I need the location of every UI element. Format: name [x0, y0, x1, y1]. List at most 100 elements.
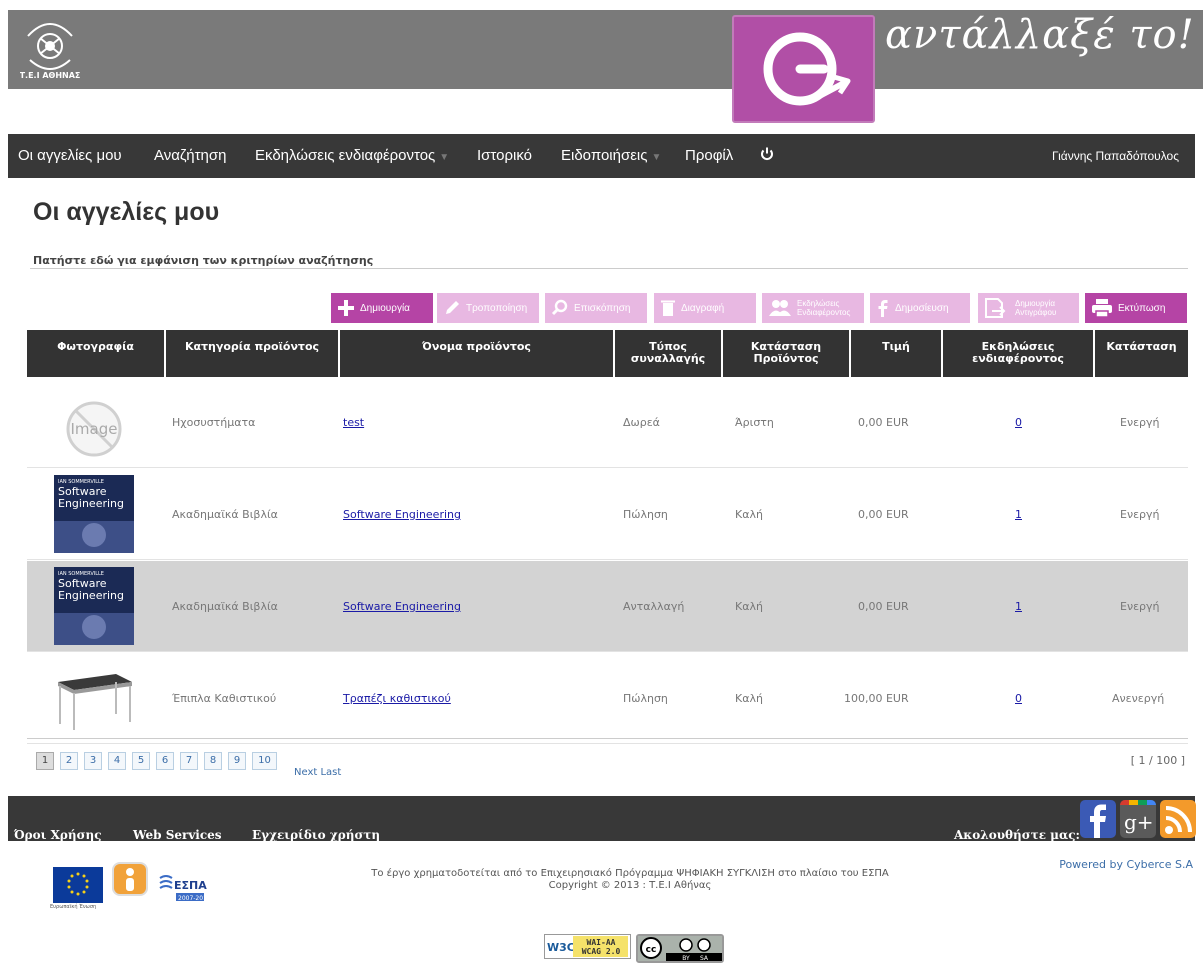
nav-item-my-ads[interactable]: Οι αγγελίες μου — [18, 134, 122, 178]
edit-button[interactable]: Τροποποίηση — [437, 293, 539, 323]
book-title-line-2: Engineering — [58, 589, 124, 602]
publish-button[interactable]: Δημοσίευση — [870, 293, 970, 323]
edit-button-label: Τροποποίηση — [466, 302, 528, 314]
info-person-icon — [126, 868, 134, 891]
column-header-product-name[interactable]: Όνομα προϊόντος — [340, 330, 615, 377]
wcag-badge[interactable]: W3C WAI-AA WCAG 2.0 — [544, 934, 631, 959]
last-page-link[interactable]: Last — [320, 767, 341, 778]
page-button[interactable]: 2 — [60, 752, 78, 770]
transaction-type-cell: Ανταλλαγή — [623, 600, 685, 613]
w3c-text: W3C — [547, 941, 575, 954]
preview-button[interactable]: Επισκόπηση — [545, 293, 647, 323]
column-header-status[interactable]: Κατάσταση — [1095, 330, 1188, 377]
page-button[interactable]: 5 — [132, 752, 150, 770]
magnifier-icon — [551, 299, 568, 316]
table-row[interactable]: Image Ηχοσυστήματα test Δωρεά Άριστη 0,0… — [27, 377, 1188, 468]
product-name-link[interactable]: test — [343, 416, 364, 429]
price-cell: 100,00 EUR — [844, 692, 909, 705]
column-header-condition[interactable]: Κατάσταση Προϊόντος — [723, 330, 851, 377]
nav-item-expressions-of-interest[interactable]: Εκδηλώσεις ενδιαφέροντος ▼ — [255, 134, 449, 178]
page-button[interactable]: 9 — [228, 752, 246, 770]
current-user-link[interactable]: Γιάννης Παπαδόπουλος — [1052, 134, 1179, 178]
nav-item-label: Αναζήτηση — [154, 147, 227, 164]
page-button[interactable]: 1 — [36, 752, 54, 770]
page-button[interactable]: 7 — [180, 752, 198, 770]
table-row[interactable]: IAN SOMMERVILLE Software Engineering Ακα… — [27, 561, 1188, 652]
nav-item-history[interactable]: Ιστορικό — [477, 134, 532, 178]
terms-of-use-link[interactable]: Όροι Χρήσης — [14, 828, 102, 842]
product-name-link[interactable]: Software Engineering — [343, 600, 461, 613]
tei-logo[interactable]: Τ.Ε.Ι ΑΘΗΝΑΣ — [20, 16, 80, 82]
create-button[interactable]: Δημιουργία — [331, 293, 433, 323]
interests-count-link[interactable]: 0 — [1015, 692, 1022, 705]
cc-by-text: BY — [682, 955, 690, 961]
web-services-link[interactable]: Web Services — [133, 828, 222, 842]
printer-icon — [1092, 299, 1112, 318]
publish-button-label: Δημοσίευση — [895, 302, 949, 314]
nav-item-label: Εκδηλώσεις ενδιαφέροντος — [255, 147, 436, 164]
create-copy-button[interactable]: Δημιουργία Αντιγράφου — [978, 293, 1079, 323]
category-cell: Ηχοσυστήματα — [172, 416, 256, 429]
cc-by-sa-badge-graphic: cc BY SA — [638, 936, 722, 962]
column-header-category[interactable]: Κατηγορία προϊόντος — [166, 330, 340, 377]
wcag-level: WAI-AA — [587, 938, 616, 947]
main-navigation: Οι αγγελίες μου Αναζήτηση Εκδηλώσεις ενδ… — [8, 134, 1195, 178]
copyright-text: Copyright © 2013 : Τ.Ε.Ι Αθήνας — [548, 880, 712, 891]
brand-logo[interactable] — [732, 15, 875, 123]
interests-count-link[interactable]: 0 — [1015, 416, 1022, 429]
book-cover-image: IAN SOMMERVILLE Software Engineering — [54, 475, 134, 553]
image-placeholder: Image — [66, 401, 122, 457]
column-header-price[interactable]: Τιμή — [851, 330, 943, 377]
interests-count-link[interactable]: 1 — [1015, 508, 1022, 521]
column-header-transaction-type[interactable]: Τύπος συναλλαγής — [615, 330, 723, 377]
google-plus-icon[interactable]: g+ — [1120, 800, 1156, 838]
expressions-of-interest-button[interactable]: Εκδηλώσεις Ενδιαφέροντος — [762, 293, 864, 323]
google-plus-glyph: g+ — [1124, 810, 1154, 834]
eu-stars-icon — [67, 872, 89, 896]
status-cell: Ενεργή — [1120, 416, 1160, 429]
w3c-wcag-badge-graphic: W3C WAI-AA WCAG 2.0 — [545, 935, 628, 958]
page-button[interactable]: 8 — [204, 752, 222, 770]
table-row[interactable]: Έπιπλα Καθιστικού Τραπέζι καθιστικού Πώλ… — [27, 653, 1188, 744]
category-cell: Ακαδημαϊκά Βιβλία — [172, 508, 278, 521]
page-button[interactable]: 10 — [252, 752, 277, 770]
show-search-criteria-link[interactable]: Πατήστε εδώ για εμφάνιση των κριτηρίων α… — [33, 254, 373, 267]
page-title: Οι αγγελίες μου — [33, 198, 220, 226]
nav-item-notifications[interactable]: Ειδοποιήσεις ▼ — [561, 134, 661, 178]
page-button[interactable]: 3 — [84, 752, 102, 770]
powered-by-link[interactable]: Powered by Cyberce S.A — [1059, 858, 1193, 871]
product-name-link[interactable]: Τραπέζι καθιστικού — [343, 692, 451, 705]
page-button[interactable]: 6 — [156, 752, 174, 770]
logout-button[interactable] — [759, 132, 775, 176]
creative-commons-badge[interactable]: cc BY SA — [636, 934, 724, 963]
tei-logo-text: Τ.Ε.Ι ΑΘΗΝΑΣ — [20, 71, 80, 80]
trash-icon — [661, 300, 675, 316]
condition-cell: Άριστη — [735, 416, 774, 429]
status-cell: Ενεργή — [1120, 600, 1160, 613]
column-header-photo[interactable]: Φωτογραφία — [27, 330, 166, 377]
table-header: Φωτογραφία Κατηγορία προϊόντος Όνομα προ… — [27, 330, 1188, 377]
eu-logo-caption: Ευρωπαϊκή Ένωση — [50, 904, 97, 910]
status-cell: Ανενεργή — [1112, 692, 1165, 705]
user-manual-link[interactable]: Εγχειρίδιο χρήστη — [252, 828, 380, 842]
chevron-down-icon: ▼ — [651, 152, 662, 163]
nav-item-profile[interactable]: Προφίλ — [685, 134, 733, 178]
column-header-interests[interactable]: Εκδηλώσεις ενδιαφέροντος — [943, 330, 1095, 377]
condition-cell: Καλή — [735, 692, 763, 705]
delete-button[interactable]: Διαγραφή — [654, 293, 756, 323]
pencil-icon — [446, 301, 459, 314]
next-page-link[interactable]: Next — [294, 767, 317, 778]
expressions-of-interest-line-1: Εκδηλώσεις — [797, 299, 840, 308]
nav-item-search[interactable]: Αναζήτηση — [154, 134, 226, 178]
plus-icon — [338, 300, 354, 316]
page-button[interactable]: 4 — [108, 752, 126, 770]
print-button[interactable]: Εκτύπωση — [1085, 293, 1187, 323]
table-row[interactable]: IAN SOMMERVILLE Software Engineering Ακα… — [27, 469, 1188, 560]
rss-icon[interactable] — [1160, 800, 1196, 838]
product-name-link[interactable]: Software Engineering — [343, 508, 461, 521]
nav-item-label: Ειδοποιήσεις — [561, 147, 648, 164]
divider — [30, 268, 1188, 269]
create-copy-line-1: Δημιουργία — [1015, 299, 1055, 308]
facebook-icon[interactable] — [1080, 800, 1116, 838]
interests-count-link[interactable]: 1 — [1015, 600, 1022, 613]
